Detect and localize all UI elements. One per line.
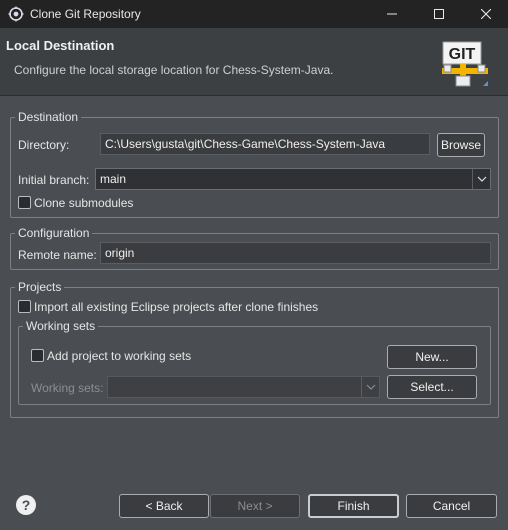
next-button[interactable]: Next > [210,494,300,518]
minimize-icon [387,13,397,15]
page-description: Configure the local storage location for… [14,63,334,77]
configuration-legend: Configuration [18,226,90,240]
working-sets-label: Working sets: [31,381,104,395]
page-title: Local Destination [6,38,115,53]
git-logo-text: GIT [449,46,476,63]
initial-branch-select[interactable]: main [95,168,491,190]
minimize-button[interactable] [372,0,412,28]
directory-input[interactable]: C:\Users\gusta\git\Chess-Game\Chess-Syst… [100,133,430,155]
initial-branch-value: main [100,172,127,186]
clone-submodules-checkbox[interactable] [18,196,31,209]
help-icon[interactable]: ? [15,494,37,516]
finish-button[interactable]: Finish [308,494,399,518]
working-sets-select[interactable] [107,376,380,398]
import-projects-label: Import all existing Eclipse projects aft… [34,300,319,314]
git-logo-icon: GIT [442,41,488,87]
svg-text:?: ? [22,497,31,513]
maximize-icon [434,9,444,19]
close-icon [481,9,491,19]
directory-label: Directory: [18,138,70,152]
window-title: Clone Git Repository [30,7,141,21]
new-working-set-button[interactable]: New... [387,345,477,369]
chevron-down-icon [361,377,379,397]
remote-name-input[interactable]: origin [100,242,491,264]
cancel-button[interactable]: Cancel [406,494,497,518]
projects-legend: Projects [18,280,62,294]
clone-submodules-label: Clone submodules [34,196,134,210]
title-bar: Clone Git Repository [0,0,508,28]
initial-branch-label: Initial branch: [18,173,90,187]
chevron-down-icon [472,169,490,189]
add-to-working-sets-label: Add project to working sets [47,349,192,363]
working-sets-legend: Working sets [26,319,96,333]
add-to-working-sets-checkbox[interactable] [31,349,44,362]
browse-button[interactable]: Browse [437,133,485,157]
maximize-button[interactable] [419,0,459,28]
back-button[interactable]: < Back [119,494,209,518]
close-button[interactable] [466,0,506,28]
eclipse-icon [8,6,24,22]
wizard-banner: Local Destination Configure the local st… [0,28,508,96]
import-projects-checkbox[interactable] [18,300,31,313]
select-working-sets-button[interactable]: Select... [387,375,477,399]
remote-name-label: Remote name: [18,248,97,262]
destination-legend: Destination [18,110,79,124]
